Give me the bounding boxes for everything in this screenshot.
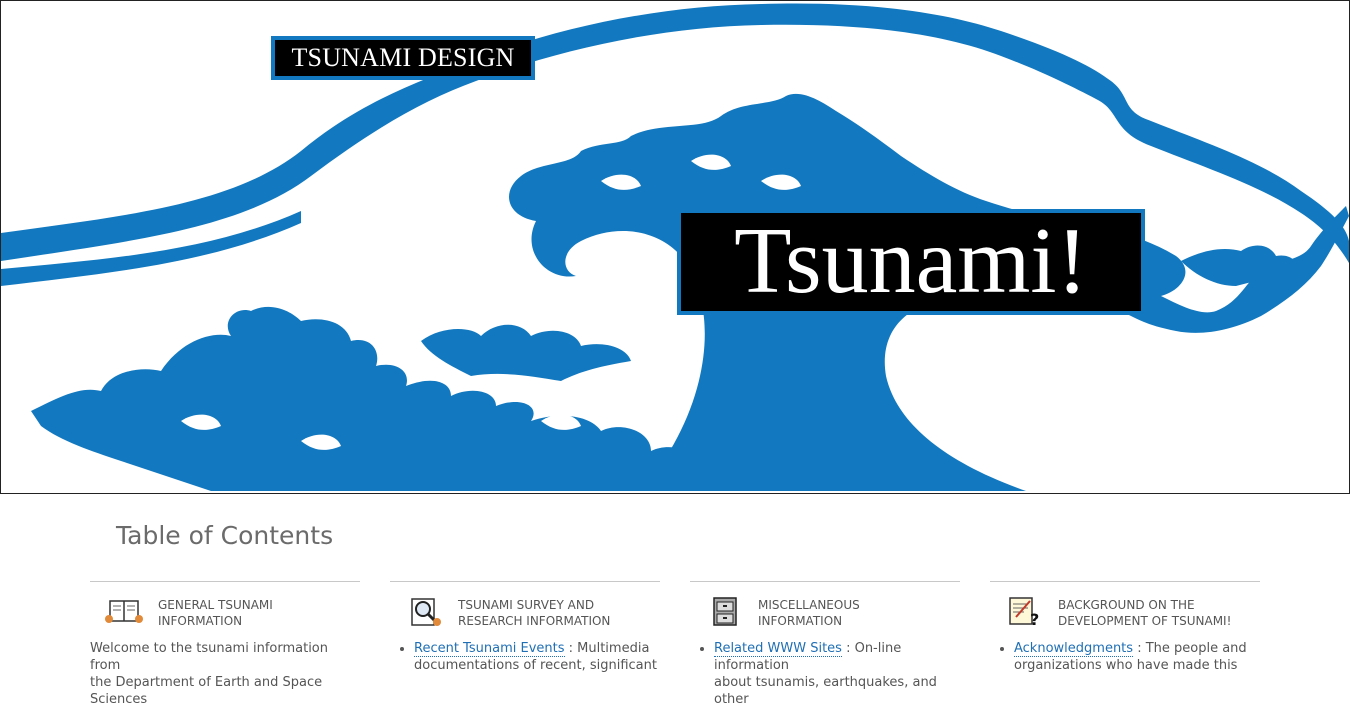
- col-title-background: BACKGROUND ON THE DEVELOPMENT OF TSUNAMI!: [1058, 598, 1232, 628]
- toc-heading: Table of Contents: [116, 521, 334, 550]
- file-cabinet-icon: [713, 597, 737, 626]
- col-body-background: Acknowledgments : The people andorganiza…: [990, 628, 1260, 674]
- wave-illustration: [1, 3, 1349, 492]
- toc-column-general: GENERAL TSUNAMI INFORMATION Welcome to th…: [90, 581, 360, 708]
- list-item: Related WWW Sites : On-line informationa…: [714, 640, 960, 708]
- col-title-misc: MISCELLANEOUS INFORMATION: [758, 598, 860, 628]
- related-www-sites-link[interactable]: Related WWW Sites: [714, 641, 842, 657]
- book-icon: [105, 600, 143, 623]
- toc-column-background: ? BACKGROUND ON THE DEVELOPMENT OF TSUNAM…: [990, 581, 1260, 674]
- recent-tsunami-events-link[interactable]: Recent Tsunami Events: [414, 641, 565, 657]
- col-title-general: GENERAL TSUNAMI INFORMATION: [158, 598, 273, 628]
- col-body-survey: Recent Tsunami Events : Multimediadocume…: [390, 628, 660, 674]
- list-item: Acknowledgments : The people andorganiza…: [1014, 640, 1260, 674]
- acknowledgments-link[interactable]: Acknowledgments: [1014, 641, 1134, 657]
- col-title-survey: TSUNAMI SURVEY AND RESEARCH INFORMATION: [458, 598, 611, 628]
- banner: TSUNAMI DESIGN Tsunami!: [0, 0, 1350, 494]
- magnifier-icon: [411, 598, 441, 626]
- col-body-general: Welcome to the tsunami information from t…: [90, 641, 328, 707]
- col-body-misc: Related WWW Sites : On-line informationa…: [690, 628, 960, 708]
- big-title: Tsunami!: [677, 209, 1145, 315]
- svg-text:?: ?: [1030, 610, 1039, 627]
- small-title: TSUNAMI DESIGN: [271, 36, 535, 80]
- toc-column-misc: MISCELLANEOUSINFORMATION Related WWW Sit…: [690, 581, 960, 708]
- notes-question-icon: ?: [1009, 597, 1039, 627]
- list-item: Recent Tsunami Events : Multimediadocume…: [414, 640, 660, 674]
- toc-column-survey: TSUNAMI SURVEY ANDRESEARCH INFORMATION R…: [390, 581, 660, 674]
